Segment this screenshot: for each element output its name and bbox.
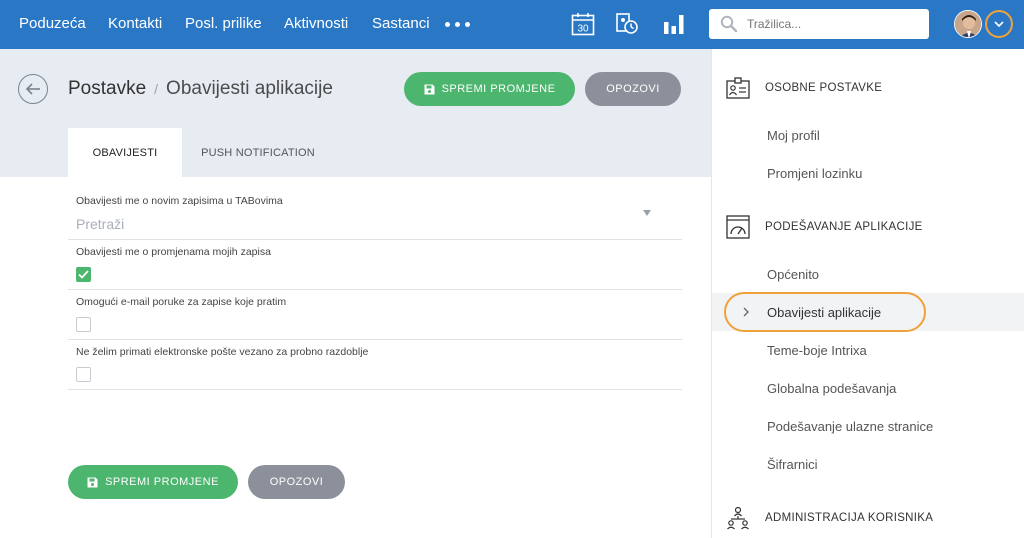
more-icon[interactable] <box>445 22 470 27</box>
sidebar-item-opcenito[interactable]: Općenito <box>767 267 819 282</box>
section-title-user-admin[interactable]: ADMINISTRACIJA KORISNIKA <box>765 512 933 524</box>
field-label: Omogući e-mail poruke za zapise koje pra… <box>76 296 287 308</box>
chevron-down-icon <box>994 21 1004 28</box>
contact-clock-icon[interactable] <box>615 12 639 36</box>
sidebar-item-ulazna-stranica[interactable]: Podešavanje ulazne stranice <box>767 419 933 434</box>
checkbox-trial-emails[interactable] <box>76 367 91 382</box>
avatar[interactable] <box>954 10 982 38</box>
users-hierarchy-icon <box>727 506 749 530</box>
save-button[interactable]: SPREMI PROMJENE <box>404 72 575 106</box>
cancel-button[interactable]: OPOZOVI <box>585 72 681 106</box>
section-title-personal: OSOBNE POSTAVKE <box>765 82 883 94</box>
nav-item-poduzeca[interactable]: Poduzeća <box>19 15 86 32</box>
arrow-left-icon <box>25 83 40 95</box>
cancel-button-label: OPOZOVI <box>269 476 324 488</box>
sidebar-item-sifrarnici[interactable]: Šifrarnici <box>767 457 818 472</box>
sidebar-item-promjeni-lozinku[interactable]: Promjeni lozinku <box>767 166 862 181</box>
calendar-icon[interactable]: 30 <box>571 12 595 36</box>
footer-cancel-button[interactable]: OPOZOVI <box>248 465 345 499</box>
form-field-record-changes: Obavijesti me o promjenama mojih zapisa <box>68 240 682 290</box>
save-icon <box>424 84 435 94</box>
search-box[interactable] <box>709 9 929 39</box>
breadcrumb-root[interactable]: Postavke <box>68 78 146 99</box>
save-button-label: SPREMI PROMJENE <box>441 83 556 95</box>
checkbox-record-changes[interactable] <box>76 267 91 282</box>
breadcrumb-separator: / <box>154 81 159 97</box>
calendar-day: 30 <box>577 24 589 35</box>
cancel-button-label: OPOZOVI <box>606 83 660 95</box>
form-field-new-records: Obavijesti me o novim zapisima u TABovim… <box>68 190 682 240</box>
sidebar-item-moj-profil[interactable]: Moj profil <box>767 128 820 143</box>
nav-item-kontakti[interactable]: Kontakti <box>108 15 162 32</box>
chevron-right-icon <box>743 307 749 317</box>
field-label: Obavijesti me o novim zapisima u TABovim… <box>76 195 283 207</box>
gauge-icon <box>726 215 750 239</box>
section-title-app-settings: PODEŠAVANJE APLIKACIJE <box>765 221 923 233</box>
back-button[interactable] <box>18 74 48 104</box>
checkmark-icon <box>78 270 89 279</box>
field-label: Ne želim primati elektronske pošte vezan… <box>76 346 369 358</box>
nav-item-aktivnosti[interactable]: Aktivnosti <box>284 15 348 32</box>
dropdown-caret-icon[interactable] <box>643 210 651 216</box>
search-icon <box>720 15 738 33</box>
page-title-text: Obavijesti aplikacije <box>166 78 333 99</box>
field-label: Obavijesti me o promjenama mojih zapisa <box>76 246 271 258</box>
bar-chart-icon[interactable] <box>662 12 686 36</box>
sidebar-item-label-active[interactable]: Obavijesti aplikacije <box>767 305 881 320</box>
user-menu-toggle[interactable] <box>985 10 1013 38</box>
nav-item-posl-prilike[interactable]: Posl. prilike <box>185 15 262 32</box>
checkbox-email-follow[interactable] <box>76 317 91 332</box>
form-field-email-follow: Omogući e-mail poruke za zapise koje pra… <box>68 290 682 340</box>
page-title: Postavke / Obavijesti aplikacije <box>68 78 333 100</box>
nav-item-sastanci[interactable]: Sastanci <box>372 15 430 32</box>
form-field-trial-emails: Ne želim primati elektronske pošte vezan… <box>68 340 682 390</box>
save-icon <box>87 477 98 487</box>
sidebar-item-teme-boje[interactable]: Teme-boje Intrixa <box>767 343 867 358</box>
tab-push-notification[interactable]: PUSH NOTIFICATION <box>190 128 326 177</box>
footer-save-button[interactable]: SPREMI PROMJENE <box>68 465 238 499</box>
tab-select-input[interactable]: Pretraži <box>76 216 124 232</box>
id-card-icon <box>726 77 750 99</box>
search-input[interactable] <box>747 9 917 39</box>
tab-obavijesti[interactable]: OBAVIJESTI <box>68 128 182 177</box>
sidebar-item-globalna-podesavanja[interactable]: Globalna podešavanja <box>767 381 896 396</box>
save-button-label: SPREMI PROMJENE <box>105 476 219 488</box>
